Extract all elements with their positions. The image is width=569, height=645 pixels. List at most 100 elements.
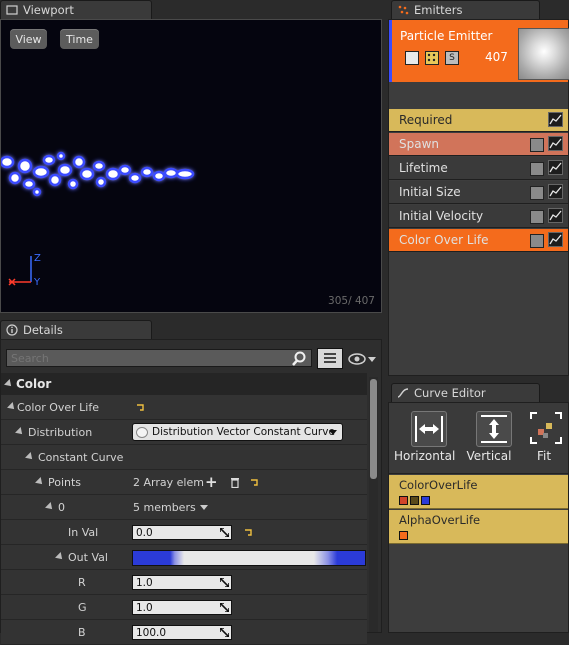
module-enable-checkbox[interactable] [530,162,544,176]
tab-curve-editor[interactable]: Curve Editor [391,383,540,402]
in-val-field[interactable]: 0.0 [132,525,232,540]
in-val-value: 0.0 [136,526,153,539]
module-initial-velocity[interactable]: Initial Velocity [389,205,568,228]
details-icon [6,324,18,336]
vertical-label: Vertical [466,449,512,463]
axis-y-label: Y [34,277,41,288]
tab-emitters[interactable]: Emitters [391,0,540,19]
vertical-button[interactable]: Vertical [464,409,514,469]
red-channel-toggle[interactable] [399,496,408,505]
module-lifetime[interactable]: Lifetime [389,157,568,180]
module-initial-size[interactable]: Initial Size [389,181,568,204]
module-enable-checkbox[interactable] [530,186,544,200]
row-label: Out Val [68,550,108,564]
emitters-icon [398,5,409,15]
emitter-dots-icon[interactable] [425,51,439,65]
chevron-down-icon[interactable] [200,505,208,510]
reset-arrow-icon[interactable] [136,403,145,412]
r-value: 1.0 [136,576,153,589]
blue-channel-toggle[interactable] [421,496,430,505]
row-distribution: Distribution Distribution Vector Constan… [1,420,367,445]
row-r: R 1.0 [1,570,367,595]
fit-button[interactable]: Fit [519,409,569,469]
emitter-header[interactable]: Particle Emitter S 407 [389,20,569,82]
expand-arrow-icon[interactable] [55,552,65,562]
alpha-channel-toggle[interactable] [399,531,408,540]
category-color[interactable]: Color [1,373,367,396]
category-title: Color [16,377,52,391]
module-required[interactable]: Required [389,109,568,132]
drag-handle-icon[interactable] [220,603,229,612]
module-label: Initial Velocity [399,209,484,223]
track-label: ColorOverLife [399,478,478,492]
distribution-icon [136,427,148,438]
expand-arrow-icon[interactable] [45,502,55,512]
viewport-panel[interactable]: View Time Z Y 305/ 407 [0,19,382,313]
search-input[interactable] [6,349,312,367]
expand-arrow-icon[interactable] [7,402,17,412]
tab-details[interactable]: Details [0,320,152,339]
curve-graph-icon[interactable] [548,136,563,151]
curve-graph-icon[interactable] [548,160,563,175]
module-label: Required [399,113,453,127]
curve-graph-icon[interactable] [548,208,563,223]
add-element-icon[interactable]: + [205,473,218,491]
module-color-over-life[interactable]: Color Over Life [389,229,568,252]
track-alpha-over-life[interactable]: AlphaOverLife [389,510,568,544]
row-label: R [78,575,86,589]
row-g: G 1.0 [1,595,367,620]
g-field[interactable]: 1.0 [132,600,232,615]
particle-count: 305/ 407 [328,295,375,307]
reset-arrow-icon[interactable] [244,528,253,537]
details-panel: Color Color Over Life Distribution Distr… [0,339,382,645]
module-enable-checkbox[interactable] [530,138,544,152]
drag-handle-icon[interactable] [220,578,229,587]
track-color-over-life[interactable]: ColorOverLife [389,475,568,509]
module-label: Lifetime [399,161,448,175]
details-scrollbar[interactable] [369,377,378,632]
search-icon[interactable] [291,351,307,367]
row-label: Color Over Life [17,400,99,414]
emitter-solo-icon[interactable]: S [445,51,459,65]
drag-handle-icon[interactable] [220,528,229,537]
row-label: Distribution [28,425,93,439]
green-channel-toggle[interactable] [410,496,419,505]
row-label: G [78,600,87,614]
curve-graph-icon[interactable] [548,232,563,247]
out-val-color-swatch[interactable] [132,550,366,566]
horizontal-fit-icon [415,416,443,442]
viewport-icon [6,5,18,15]
tab-details-label: Details [23,323,63,337]
module-enable-checkbox[interactable] [530,210,544,224]
reset-arrow-icon[interactable] [250,478,259,487]
trash-icon[interactable] [230,477,240,488]
fit-icon [530,412,562,444]
particle-trail [1,151,195,197]
emitter-enable-checkbox[interactable] [405,51,419,65]
time-button[interactable]: Time [60,29,99,49]
distribution-value: Distribution Vector Constant Curve [152,426,335,438]
horizontal-button[interactable]: Horizontal [394,409,455,469]
row-index-0: 0 5 members [1,495,367,520]
row-color-over-life: Color Over Life [1,395,367,420]
expand-arrow-icon[interactable] [15,427,25,437]
expand-arrow-icon[interactable] [25,452,35,462]
distribution-dropdown[interactable]: Distribution Vector Constant Curve [132,423,343,441]
module-label: Spawn [399,137,440,151]
curve-graph-icon[interactable] [548,184,563,199]
details-scrollbar-thumb[interactable] [370,379,377,479]
curve-graph-icon[interactable] [548,112,563,127]
curve-graph-area[interactable] [389,545,568,632]
property-matrix-button[interactable] [317,348,343,369]
view-button[interactable]: View [10,29,47,49]
chevron-down-icon [329,430,337,435]
points-value: 2 Array elem [133,475,204,489]
r-field[interactable]: 1.0 [132,575,232,590]
tab-viewport[interactable]: Viewport [0,0,152,19]
emitters-panel: Particle Emitter S 407 Required Spawn Life… [388,19,569,376]
expand-arrow-icon[interactable] [35,477,45,487]
row-in-val: In Val 0.0 [1,520,367,545]
eye-visibility-icon[interactable] [347,351,377,367]
module-enable-checkbox[interactable] [530,234,544,248]
module-spawn[interactable]: Spawn [389,133,568,156]
